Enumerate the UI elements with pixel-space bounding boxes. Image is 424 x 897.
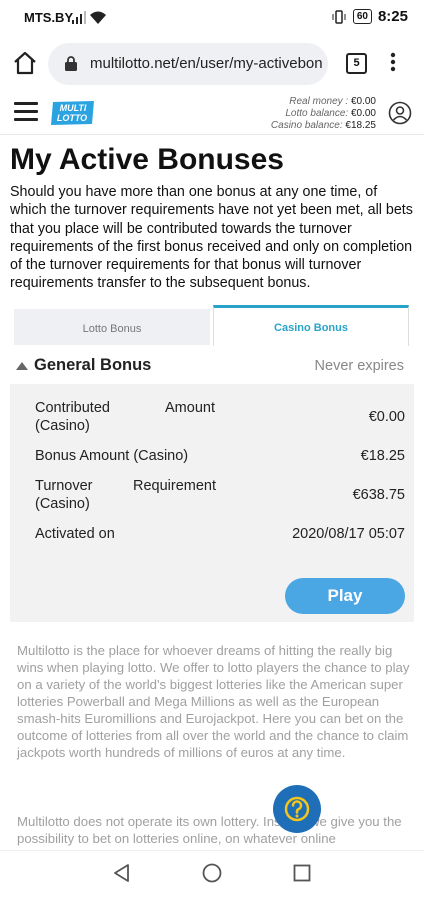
signal-wifi-icon (72, 11, 106, 24)
help-button[interactable] (273, 785, 321, 833)
bonus-panel-header[interactable]: General Bonus Never expires (10, 346, 414, 384)
status-bar: MTS.BY 60 8:25 (0, 0, 424, 36)
user-account-icon[interactable] (388, 101, 412, 125)
contributed-amount-row: Contributed Amount (Casino) €0.00 (35, 400, 405, 434)
recents-icon[interactable] (293, 864, 311, 882)
casino-balance-row: Casino balance: €18.25 (270, 120, 376, 131)
system-navigation-bar (0, 850, 424, 897)
url-text: multilotto.net/en/user/my-activebonu (90, 55, 322, 72)
tab-switcher-button[interactable]: 5 (346, 53, 367, 74)
page-title: My Active Bonuses (10, 143, 284, 176)
question-icon (284, 796, 310, 822)
battery-indicator: 60 (352, 9, 372, 24)
home-nav-icon[interactable] (202, 863, 222, 883)
collapse-triangle-icon[interactable] (16, 362, 28, 370)
svg-text:LOTTO: LOTTO (57, 113, 87, 123)
vibrate-icon (332, 9, 346, 24)
lotto-balance-row: Lotto balance: €0.00 (285, 108, 376, 119)
clock: 8:25 (377, 8, 408, 25)
more-options-icon[interactable] (390, 52, 396, 72)
balance-summary: Real money : €0.00 Lotto balance: €0.00 … (271, 96, 376, 132)
carrier-name: MTS.BY (24, 10, 74, 25)
bonus-tabs: Lotto Bonus Casino Bonus (12, 305, 416, 348)
browser-toolbar: multilotto.net/en/user/my-activebonu 5 (0, 36, 424, 92)
lock-icon (65, 56, 77, 71)
home-icon[interactable] (12, 50, 38, 76)
menu-icon[interactable] (14, 102, 38, 122)
bonus-amount-row: Bonus Amount (Casino) €18.25 (35, 448, 405, 464)
multilotto-logo[interactable]: MULTI LOTTO (50, 100, 96, 126)
about-paragraph-1: Multilotto is the place for whoever drea… (17, 643, 410, 760)
play-button[interactable]: Play (285, 578, 405, 614)
site-header: MULTI LOTTO Real money : €0.00 Lotto bal… (0, 92, 424, 135)
bonus-title: General Bonus (34, 356, 152, 374)
url-bar[interactable]: multilotto.net/en/user/my-activebonu (48, 43, 328, 85)
intro-text: Should you have more than one bonus at a… (10, 184, 413, 292)
tab-casino-bonus[interactable]: Casino Bonus (213, 305, 409, 348)
bonus-panel: General Bonus Never expires Contributed … (10, 346, 414, 622)
main-content: My Active Bonuses Should you have more t… (10, 134, 416, 293)
bonus-expiry: Never expires (314, 358, 404, 374)
real-money-row: Real money : €0.00 (289, 96, 376, 107)
tab-lotto-bonus[interactable]: Lotto Bonus (14, 309, 210, 345)
about-paragraph-2: Multilotto does not operate its own lott… (17, 814, 402, 846)
turnover-requirement-row: Turnover Requirement (Casino) €638.75 (35, 478, 405, 512)
svg-text:MULTI: MULTI (60, 103, 87, 113)
activated-on-row: Activated on 2020/08/17 05:07 (35, 526, 405, 542)
back-icon[interactable] (112, 863, 130, 883)
